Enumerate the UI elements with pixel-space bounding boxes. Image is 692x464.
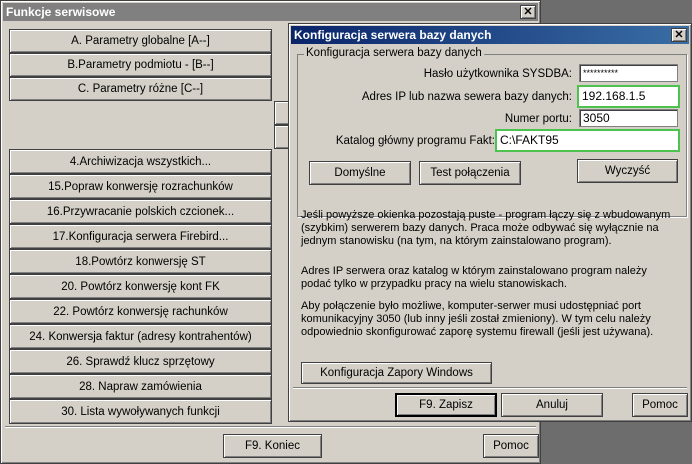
info-text-1: Jeśli powyższe okienka pozostają puste -… [301, 209, 671, 247]
port-input[interactable]: 3050 [579, 109, 678, 127]
service-function-button[interactable]: 22. Powtórz konwersję rachunków [9, 299, 272, 324]
service-function-button[interactable]: 30. Lista wywoływanych funkcji [9, 399, 272, 424]
service-function-button[interactable]: 28. Napraw zamówienia [9, 374, 272, 399]
catalog-input[interactable]: C:\FAKT95 [495, 129, 680, 152]
service-function-button[interactable]: B.Parametry podmiotu - [B--] [9, 53, 272, 77]
window-separator [5, 426, 536, 428]
service-function-button[interactable]: 4.Archiwizacja wszystkich... [9, 149, 272, 174]
end-button[interactable]: F9. Koniec [223, 434, 322, 458]
service-function-button[interactable]: 15.Popraw konwersję rozrachunków [9, 174, 272, 199]
close-icon[interactable]: ✕ [520, 5, 536, 19]
cancel-button[interactable]: Anuluj [501, 393, 603, 417]
info-text-3: Aby połączenie było możliwe, komputer-se… [301, 300, 654, 338]
service-functions-titlebar: Funkcje serwisowe ✕ [3, 3, 538, 21]
firewall-config-button[interactable]: Konfiguracja Zapory Windows [301, 362, 492, 384]
service-function-button[interactable]: 16.Przywracanie polskich czcionek... [9, 199, 272, 224]
dialog-title: Konfiguracja serwera bazy danych [294, 28, 492, 42]
clear-button[interactable]: Wyczyść [577, 159, 678, 183]
defaults-button[interactable]: Domyślne [309, 161, 411, 185]
password-input[interactable]: ********** [579, 64, 678, 82]
service-function-button[interactable]: 24. Konwersja faktur (adresy kontrahentó… [9, 324, 272, 349]
dialog-help-button[interactable]: Pomoc [632, 393, 688, 417]
db-server-config-dialog: Konfiguracja serwera bazy danych ✕ Konfi… [288, 23, 692, 422]
port-label: Numer portu: [504, 113, 572, 125]
password-label: Hasło użytkownika SYSDBA: [423, 68, 572, 80]
help-button[interactable]: Pomoc [483, 434, 539, 458]
dialog-titlebar: Konfiguracja serwera bazy danych ✕ [291, 26, 689, 44]
close-icon[interactable]: ✕ [671, 28, 687, 42]
dialog-separator [293, 387, 687, 389]
service-function-button[interactable]: 20. Powtórz konwersję kont FK [9, 274, 272, 299]
service-function-button[interactable]: 18.Powtórz konwersję ST [9, 249, 272, 274]
service-function-button[interactable]: 26. Sprawdź klucz sprzętowy [9, 349, 272, 374]
test-connection-button[interactable]: Test połączenia [419, 161, 521, 185]
service-function-button[interactable]: C. Parametry różne [C--] [9, 77, 272, 101]
groupbox-label: Konfiguracja serwera bazy danych [304, 47, 484, 59]
catalog-label: Katalog główny programu Fakt: [335, 135, 495, 147]
ip-input[interactable]: 192.168.1.5 [577, 85, 680, 108]
service-function-button[interactable]: A. Parametry globalne [A--] [9, 29, 272, 53]
service-function-button[interactable]: 17.Konfiguracja serwera Firebird... [9, 224, 272, 249]
info-text-2: Adres IP serwera oraz katalog w którym z… [301, 265, 647, 290]
ip-label: Adres IP lub nazwa sewera bazy danych: [361, 91, 572, 103]
save-button[interactable]: F9. Zapisz [395, 393, 497, 417]
window-title: Funkcje serwisowe [6, 5, 116, 19]
